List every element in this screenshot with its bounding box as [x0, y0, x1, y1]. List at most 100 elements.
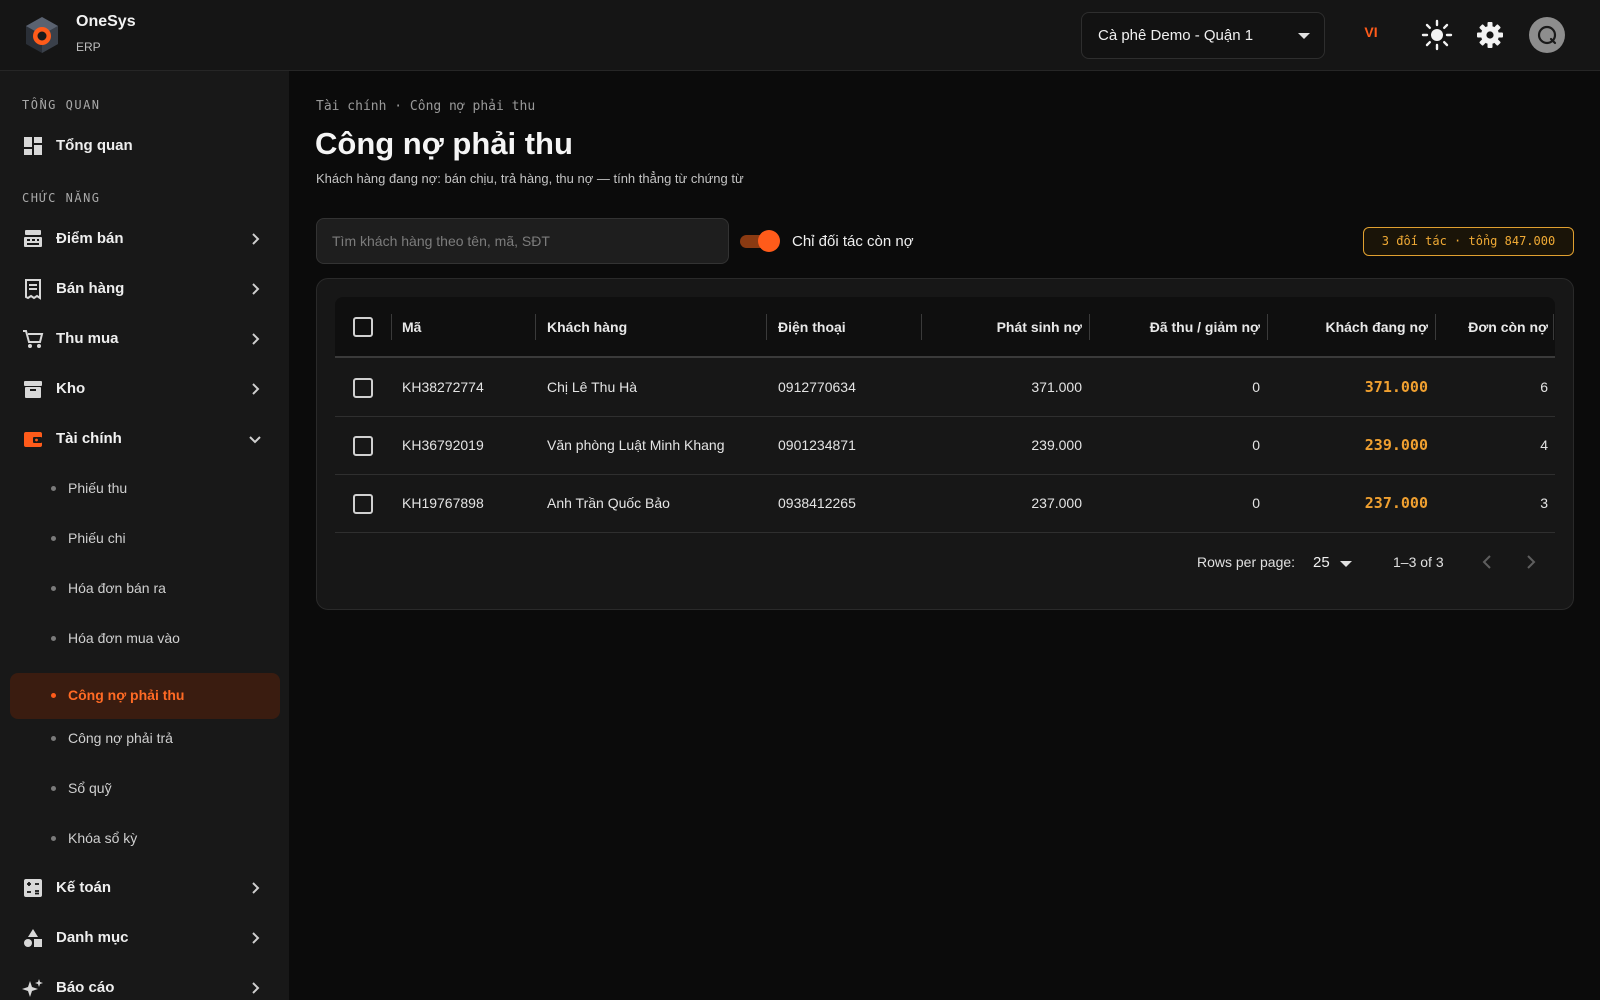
- sidebar-subitem-payment-voucher[interactable]: Phiếu chi: [10, 516, 280, 562]
- cell-open-orders: 4: [1540, 437, 1548, 453]
- rows-per-page-select[interactable]: 25: [1313, 551, 1359, 575]
- logo-icon[interactable]: [24, 16, 60, 54]
- sidebar-item-label: Tài chính: [56, 430, 122, 447]
- column-separator: [766, 314, 767, 340]
- pos-icon: [24, 230, 42, 247]
- sidebar-subitem-receivables[interactable]: Công nợ phải thu: [10, 673, 280, 719]
- receipt-icon: [25, 279, 41, 300]
- bullet-icon: [51, 836, 56, 841]
- cell-customer: Anh Trần Quốc Bảo: [547, 495, 670, 511]
- archive-icon: [24, 381, 42, 398]
- cell-incurred: 237.000: [1031, 495, 1082, 511]
- sidebar-subitem-label: Công nợ phải trả: [68, 730, 173, 746]
- column-header-owing[interactable]: Khách đang nợ: [1278, 319, 1428, 335]
- sidebar-subitem-receipt-voucher[interactable]: Phiếu thu: [10, 466, 280, 512]
- row-checkbox[interactable]: [353, 494, 373, 514]
- sidebar-item-purchasing[interactable]: Thu mua: [10, 317, 280, 361]
- column-header-phone[interactable]: Điện thoại: [778, 319, 846, 335]
- cell-collected: 0: [1252, 437, 1260, 453]
- column-separator: [535, 314, 536, 340]
- sidebar-subitem-label: Hóa đơn bán ra: [68, 580, 166, 596]
- table-row[interactable]: KH38272774 Chị Lê Thu Hà 0912770634 371.…: [335, 359, 1555, 417]
- chevron-right-icon: [252, 283, 260, 295]
- cell-code: KH36792019: [402, 437, 484, 453]
- receivables-table-card: Mã Khách hàng Điện thoại Phát sinh nợ Đã…: [316, 278, 1574, 610]
- caret-down-icon: [1340, 561, 1352, 567]
- store-selector[interactable]: Cà phê Demo - Quận 1: [1081, 12, 1325, 59]
- gear-icon[interactable]: [1473, 18, 1507, 52]
- bullet-icon: [51, 693, 56, 698]
- chevron-right-icon: [252, 932, 260, 944]
- top-header: OneSys ERP Cà phê Demo - Quận 1 VI: [0, 0, 1600, 71]
- column-header-customer[interactable]: Khách hàng: [547, 319, 627, 335]
- bullet-icon: [51, 536, 56, 541]
- column-separator: [1553, 314, 1554, 340]
- toggle-knob: [758, 230, 780, 252]
- chevron-right-icon[interactable]: [1520, 551, 1542, 573]
- sidebar-subitem-label: Công nợ phải thu: [68, 687, 185, 703]
- cell-open-orders: 6: [1540, 379, 1548, 395]
- sidebar-item-accounting[interactable]: Kế toán: [10, 866, 280, 910]
- column-separator: [391, 314, 392, 340]
- search-input[interactable]: [316, 218, 729, 264]
- brand-subtitle: ERP: [76, 40, 101, 54]
- select-all-checkbox[interactable]: [353, 317, 373, 337]
- rows-per-page-label: Rows per page:: [1197, 554, 1296, 570]
- caret-down-icon: [1298, 33, 1310, 39]
- cell-phone: 0938412265: [778, 495, 856, 511]
- bullet-icon: [51, 486, 56, 491]
- cell-open-orders: 3: [1540, 495, 1548, 511]
- sidebar-item-sales[interactable]: Bán hàng: [10, 267, 280, 311]
- sidebar-item-finance[interactable]: Tài chính: [10, 417, 280, 461]
- cell-incurred: 239.000: [1031, 437, 1082, 453]
- sidebar-item-reports[interactable]: Báo cáo: [10, 966, 280, 1000]
- sidebar-item-overview[interactable]: Tổng quan: [10, 124, 280, 168]
- sidebar-item-label: Điểm bán: [56, 230, 124, 247]
- table-header: Mã Khách hàng Điện thoại Phát sinh nợ Đã…: [335, 297, 1555, 358]
- user-icon: [1537, 25, 1557, 45]
- chevron-right-icon: [252, 233, 260, 245]
- cell-phone: 0901234871: [778, 437, 856, 453]
- toggle-label: Chỉ đối tác còn nợ: [792, 233, 914, 250]
- sidebar-subitem-label: Sổ quỹ: [68, 780, 112, 796]
- sun-icon[interactable]: [1420, 18, 1454, 52]
- table-row[interactable]: KH36792019 Văn phòng Luật Minh Khang 090…: [335, 417, 1555, 475]
- row-checkbox[interactable]: [353, 436, 373, 456]
- column-header-incurred[interactable]: Phát sinh nợ: [932, 319, 1082, 335]
- sidebar-item-label: Thu mua: [56, 330, 119, 347]
- cell-owing: 371.000: [1364, 378, 1428, 396]
- sidebar-subitem-purchase-invoice[interactable]: Hóa đơn mua vào: [10, 616, 280, 662]
- column-header-collected[interactable]: Đã thu / giảm nợ: [1100, 319, 1260, 335]
- sidebar-item-warehouse[interactable]: Kho: [10, 367, 280, 411]
- rows-per-page-value: 25: [1313, 554, 1330, 571]
- dashboard-icon: [24, 137, 42, 155]
- column-header-open-orders[interactable]: Đơn còn nợ: [1446, 319, 1548, 335]
- sidebar-item-label: Tổng quan: [56, 137, 133, 154]
- column-header-code[interactable]: Mã: [402, 319, 421, 335]
- sidebar-subitem-sales-invoice[interactable]: Hóa đơn bán ra: [10, 566, 280, 612]
- page-title: Công nợ phải thu: [315, 126, 573, 161]
- sidebar-item-pos[interactable]: Điểm bán: [10, 217, 280, 261]
- debt-only-toggle[interactable]: [740, 230, 780, 252]
- sidebar-item-label: Bán hàng: [56, 280, 125, 297]
- chevron-left-icon[interactable]: [1476, 551, 1498, 573]
- avatar[interactable]: [1529, 17, 1565, 53]
- chevron-right-icon: [252, 333, 260, 345]
- cell-collected: 0: [1252, 379, 1260, 395]
- sidebar-subitem-cashbook[interactable]: Sổ quỹ: [10, 766, 280, 812]
- sidebar-subitem-label: Phiếu thu: [68, 480, 128, 496]
- sidebar-item-label: Danh mục: [56, 929, 129, 946]
- language-button[interactable]: VI: [1356, 24, 1386, 46]
- sidebar-item-catalog[interactable]: Danh mục: [10, 916, 280, 960]
- column-separator: [1267, 314, 1268, 340]
- sidebar-subitem-payables[interactable]: Công nợ phải trả: [10, 716, 280, 762]
- breadcrumb: Tài chính · Công nợ phải thu: [316, 99, 536, 114]
- row-checkbox[interactable]: [353, 378, 373, 398]
- sidebar-subitem-period-close[interactable]: Khóa sổ kỳ: [10, 816, 280, 862]
- bullet-icon: [51, 736, 56, 741]
- wallet-icon: [24, 432, 42, 447]
- cell-owing: 237.000: [1364, 494, 1428, 512]
- table-row[interactable]: KH19767898 Anh Trần Quốc Bảo 0938412265 …: [335, 475, 1555, 533]
- sidebar-item-label: Báo cáo: [56, 979, 115, 996]
- section-title-overview: TỔNG QUAN: [22, 98, 101, 112]
